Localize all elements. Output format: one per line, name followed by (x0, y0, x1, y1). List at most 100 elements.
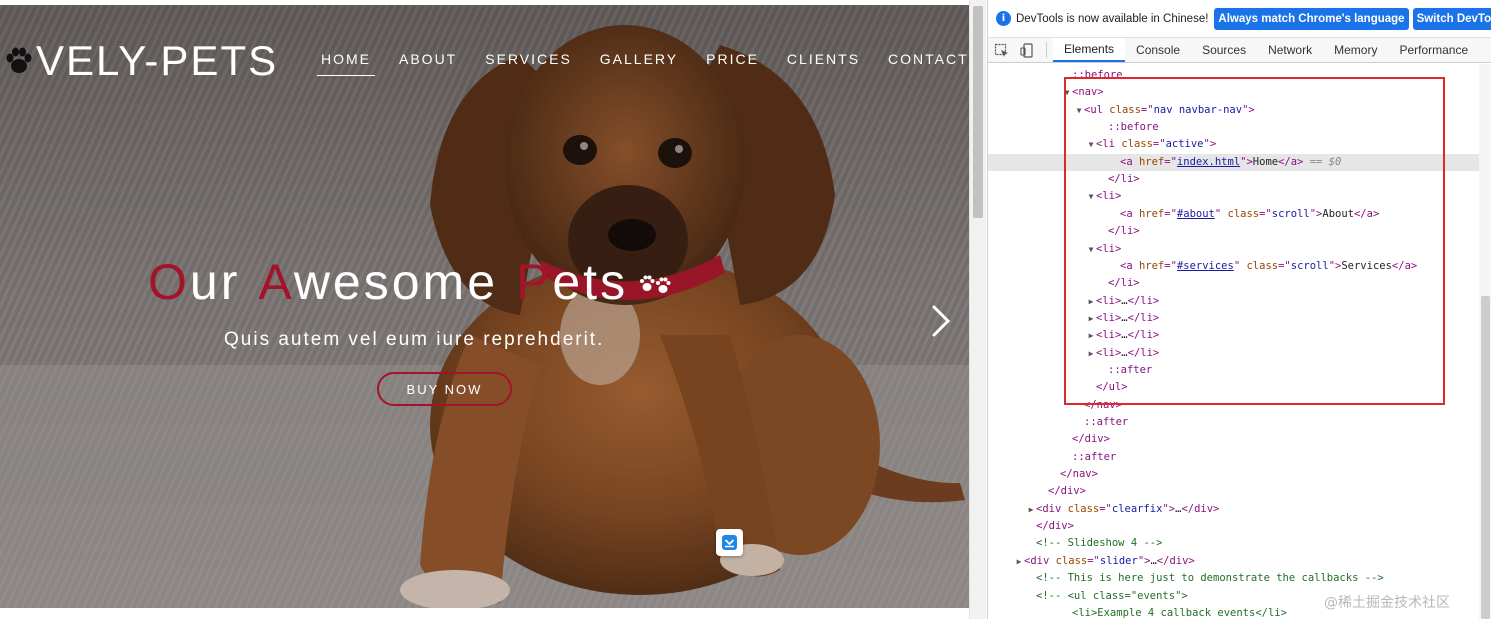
dom-node-line[interactable]: ::before (988, 67, 1491, 84)
tab-console[interactable]: Console (1125, 38, 1191, 62)
dom-token-tag: </div> (1048, 485, 1086, 498)
tab-elements[interactable]: Elements (1053, 38, 1126, 62)
dom-token-tag: <nav> (1072, 86, 1104, 99)
caret-right-icon[interactable]: ▶ (1014, 553, 1024, 570)
extension-badge[interactable] (716, 529, 743, 556)
dom-token-pseudo: ::before (1108, 121, 1159, 134)
title-initial: O (148, 254, 190, 310)
caret-right-icon[interactable]: ▶ (1086, 345, 1096, 362)
tab-network[interactable]: Network (1257, 38, 1323, 62)
dom-node-line[interactable]: ▼ <li> (988, 241, 1491, 258)
switch-language-button[interactable]: Switch DevTools to Chinese (1412, 7, 1491, 30)
nav-link-home[interactable]: HOME (317, 49, 375, 76)
dom-node-line[interactable]: </div> (988, 431, 1491, 448)
tab-performance[interactable]: Performance (1388, 38, 1479, 62)
devtools-tabbar: Elements Console Sources Network Memory … (988, 38, 1491, 63)
dom-node-line[interactable]: </li> (988, 223, 1491, 240)
dom-node-line[interactable]: </div> (988, 518, 1491, 535)
dom-token-tag: </a> (1353, 207, 1380, 220)
dom-node-line[interactable]: ▶ <li>…</li> (988, 293, 1491, 310)
dom-token-tag: =" (1164, 207, 1177, 220)
dom-token-tag: =" (1278, 259, 1291, 272)
inspect-element-icon[interactable] (988, 38, 1014, 62)
nav-item-about[interactable]: ABOUT (395, 49, 461, 76)
nav-item-clients[interactable]: CLIENTS (783, 49, 864, 76)
dom-token-tag: " (1214, 207, 1228, 220)
devtools-scrollbar-thumb[interactable] (1481, 296, 1490, 619)
caret-right-icon[interactable]: ▶ (1086, 310, 1096, 327)
dom-node-line[interactable]: </nav> (988, 466, 1491, 483)
page-scrollbar[interactable] (969, 0, 986, 619)
dom-node-line[interactable]: ::after (988, 414, 1491, 431)
caret-down-icon[interactable]: ▼ (1086, 241, 1096, 258)
dom-node-line[interactable]: ▶ <li>…</li> (988, 345, 1491, 362)
dom-token-attr: href (1138, 259, 1165, 272)
dom-token-tag: =" (1140, 103, 1154, 116)
nav-item-contact[interactable]: CONTACT (884, 49, 969, 76)
dom-node-line[interactable]: <a href="#services" class="scroll">Servi… (988, 258, 1491, 275)
dom-token-attr: class (1121, 138, 1153, 151)
dom-node-line[interactable]: ▼ <li> (988, 188, 1491, 205)
dom-token-link[interactable]: #about (1177, 208, 1215, 220)
dom-node-line[interactable]: ▼ <ul class="nav navbar-nav"> (988, 102, 1491, 119)
dom-node-line[interactable]: <!-- Slideshow 4 --> (988, 535, 1491, 552)
dom-token-val: active (1165, 138, 1204, 151)
always-match-language-button[interactable]: Always match Chrome's language (1214, 7, 1409, 30)
nav-link-about[interactable]: ABOUT (395, 49, 461, 75)
dom-node-line[interactable]: ▶ <div class="clearfix">…</div> (988, 501, 1491, 518)
nav-item-price[interactable]: PRICE (702, 49, 763, 76)
nav-item-home[interactable]: HOME (317, 49, 375, 76)
buy-now-button[interactable]: BUY NOW (377, 372, 512, 406)
nav-link-clients[interactable]: CLIENTS (783, 49, 864, 75)
dom-node-line[interactable]: </li> (988, 275, 1491, 292)
caret-down-icon[interactable]: ▼ (1074, 102, 1084, 119)
nav-link-gallery[interactable]: GALLERY (596, 49, 682, 75)
caret-right-icon[interactable]: ▶ (1086, 327, 1096, 344)
dom-token-link[interactable]: #services (1177, 260, 1234, 272)
dom-node-line[interactable]: <a href="#about" class="scroll">About</a… (988, 206, 1491, 223)
dom-node-line[interactable]: ▶ <li>…</li> (988, 310, 1491, 327)
dom-token-val: scroll (1271, 207, 1310, 220)
dom-node-line[interactable]: ::before (988, 119, 1491, 136)
dom-token-tag: <li> (1096, 294, 1122, 307)
dom-token-tag: " (1233, 259, 1247, 272)
page-scrollbar-thumb[interactable] (973, 6, 983, 218)
dom-node-line[interactable]: ▶ <div class="slider">…</div> (988, 553, 1491, 570)
caret-down-icon[interactable]: ▼ (1062, 84, 1072, 101)
infobar-message: DevTools is now available in Chinese! (1016, 12, 1209, 25)
nav-link-contact[interactable]: CONTACT (884, 49, 969, 75)
device-toolbar-icon[interactable] (1014, 38, 1040, 62)
dom-token-tag: </li> (1127, 294, 1160, 307)
dom-token-link[interactable]: index.html (1177, 156, 1240, 168)
devtools-scrollbar[interactable] (1479, 64, 1491, 619)
tab-memory[interactable]: Memory (1323, 38, 1388, 62)
dom-node-line[interactable]: <a href="index.html">Home</a> == $0 (988, 153, 1491, 171)
caret-right-icon[interactable]: ▶ (1086, 293, 1096, 310)
dom-node-line[interactable]: ▼ <li class="active"> (988, 136, 1491, 153)
dom-node-line[interactable]: ▶ <li>…</li> (988, 327, 1491, 344)
dom-token-tag: </li> (1127, 329, 1160, 342)
dom-node-line[interactable]: ::after (988, 449, 1491, 466)
nav-link-price[interactable]: PRICE (702, 49, 763, 75)
caret-right-icon[interactable]: ▶ (1026, 501, 1036, 518)
dom-node-line[interactable]: </div> (988, 483, 1491, 500)
dom-node-line[interactable]: ▼ <nav> (988, 84, 1491, 101)
nav-link-services[interactable]: SERVICES (481, 49, 576, 75)
nav-item-gallery[interactable]: GALLERY (596, 49, 682, 76)
dom-node-line[interactable]: <!-- This is here just to demonstrate th… (988, 570, 1491, 587)
caret-down-icon[interactable]: ▼ (1086, 188, 1096, 205)
dom-token-tag: </ul> (1096, 381, 1128, 394)
dom-token-tag: <li> (1096, 346, 1122, 359)
dom-node-line[interactable]: </nav> (988, 397, 1491, 414)
tab-sources[interactable]: Sources (1191, 38, 1257, 62)
dom-token-tag: <li> (1096, 311, 1122, 324)
title-rest: ets (552, 254, 629, 310)
dom-token-pseudo: ::after (1072, 450, 1117, 463)
dom-node-line[interactable]: </li> (988, 171, 1491, 188)
chevron-right-icon[interactable] (928, 303, 954, 339)
dom-node-line[interactable]: </ul> (988, 379, 1491, 396)
caret-down-icon[interactable]: ▼ (1086, 136, 1096, 153)
dom-node-line[interactable]: ::after (988, 362, 1491, 379)
site-logo[interactable]: VELY-PETS (2, 37, 278, 85)
nav-item-services[interactable]: SERVICES (481, 49, 576, 76)
